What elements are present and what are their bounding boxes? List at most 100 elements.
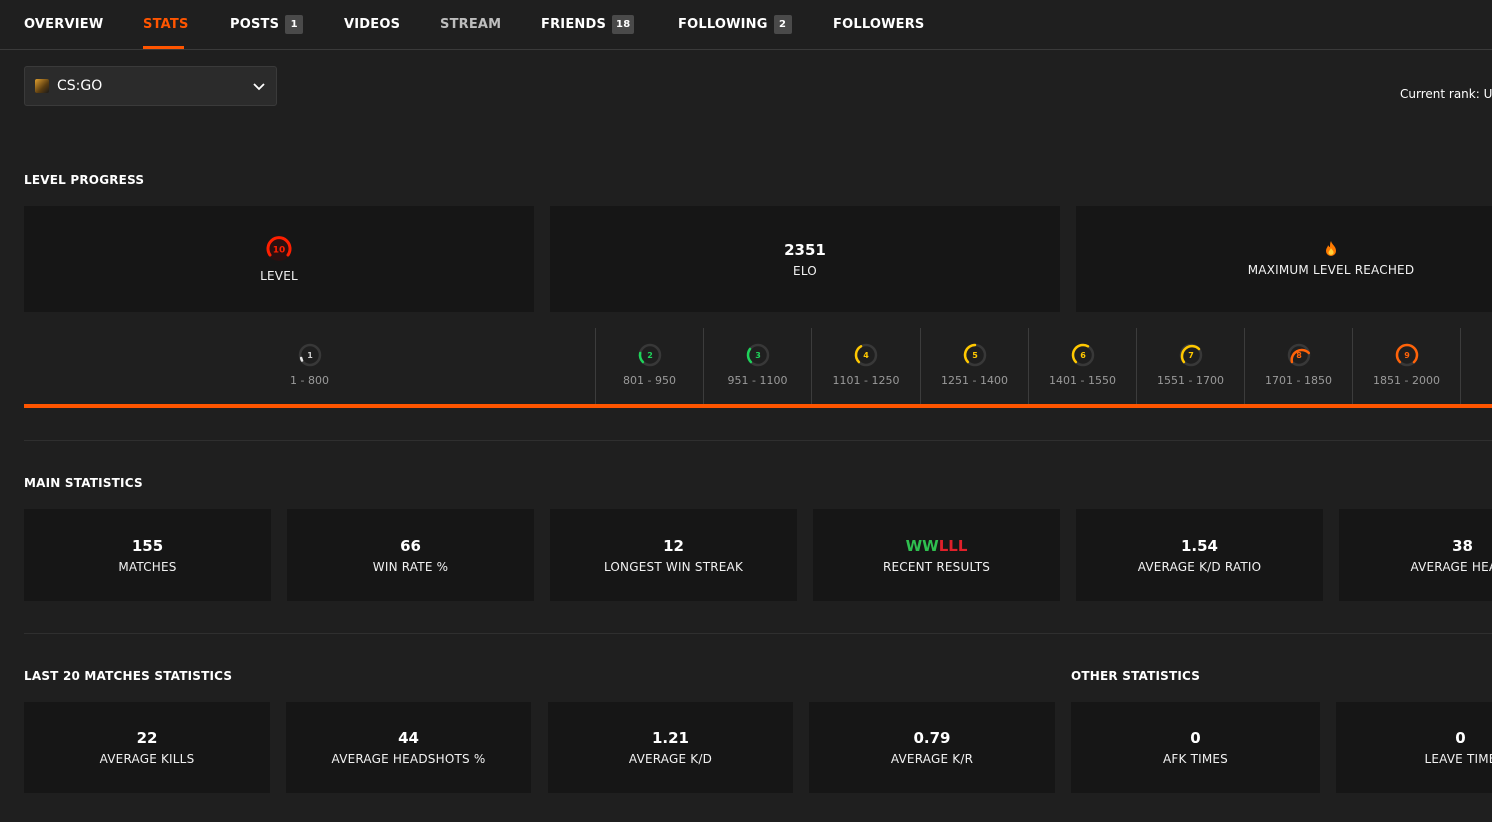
- level-label: LEVEL: [260, 269, 298, 283]
- level-4-range: 1101 - 1250: [832, 374, 900, 387]
- level-step-1: 1 1 - 800: [24, 328, 595, 404]
- level-progress-fill: [24, 404, 1492, 408]
- level-3-range: 951 - 1100: [727, 374, 788, 387]
- tab-following-count-badge: 2: [773, 15, 792, 34]
- level-step-4: 4 1101 - 1250: [811, 328, 920, 404]
- tab-posts-label: POSTS: [230, 17, 280, 32]
- level-4-icon: 4: [854, 343, 878, 367]
- stat-card-afk-times: 0 AFK TIMES: [1071, 702, 1320, 793]
- tab-followers[interactable]: FOLLOWERS: [833, 0, 924, 49]
- level-6-range: 1401 - 1550: [1049, 374, 1116, 387]
- tab-stats[interactable]: STATS: [143, 0, 188, 49]
- tab-friends-count-badge: 18: [612, 15, 635, 34]
- game-select-dropdown[interactable]: CS:GO: [24, 66, 277, 106]
- tab-overview[interactable]: OVERVIEW: [24, 0, 103, 49]
- chevron-down-icon: [253, 83, 265, 91]
- tab-following[interactable]: FOLLOWING 2: [678, 0, 792, 49]
- level-10-icon: 10: [266, 236, 292, 261]
- level-progress-bar: 1 1 - 800 2 801 - 950 3 951 - 1100 4 110…: [24, 328, 1492, 408]
- svg-text:9: 9: [1404, 351, 1410, 360]
- level-9-icon: 9: [1395, 343, 1418, 367]
- stat-label: LONGEST WIN STREAK: [603, 559, 744, 574]
- level-1-icon: 1: [298, 343, 321, 367]
- tab-stream[interactable]: STREAM: [440, 0, 501, 49]
- stat-card-average-kr: 0.79 AVERAGE K/R: [809, 702, 1055, 793]
- stat-label: MATCHES: [118, 559, 177, 574]
- stat-value: 0.79: [913, 729, 951, 747]
- csgo-game-icon: [35, 79, 49, 93]
- level-step-5: 5 1251 - 1400: [920, 328, 1028, 404]
- fire-icon: [1326, 240, 1336, 256]
- level-step-10: [1460, 328, 1492, 404]
- result-win: W: [922, 536, 939, 555]
- section-divider: [24, 633, 1492, 634]
- stat-card-average-kd: 1.21 AVERAGE K/D: [548, 702, 793, 793]
- stat-label: AVERAGE K/R: [890, 752, 974, 766]
- level-7-range: 1551 - 1700: [1157, 374, 1224, 387]
- main-statistics-title: MAIN STATISTICS: [24, 476, 143, 490]
- stat-label: AVERAGE K/D: [628, 752, 713, 766]
- tab-posts-count-badge: 1: [285, 15, 304, 34]
- stat-label: WIN RATE %: [372, 559, 449, 574]
- level-step-3: 3 951 - 1100: [703, 328, 811, 404]
- level-5-range: 1251 - 1400: [941, 374, 1008, 387]
- stat-label: RECENT RESULTS: [882, 559, 991, 574]
- level-step-8: 8 1701 - 1850: [1244, 328, 1352, 404]
- tab-overview-label: OVERVIEW: [24, 17, 104, 32]
- result-loss: L: [957, 536, 968, 555]
- level-7-icon: 7: [1179, 343, 1202, 367]
- elo-label: ELO: [793, 263, 817, 278]
- stat-label: AVERAGE K/D RATIO: [1137, 559, 1262, 574]
- stat-value: 0: [1190, 729, 1201, 747]
- profile-tabs: OVERVIEW STATS POSTS 1 VIDEOS STREAM FRIE…: [0, 0, 1492, 50]
- max-level-card: MAXIMUM LEVEL REACHED: [1076, 206, 1492, 312]
- stat-label: AVERAGE KILLS: [99, 752, 195, 766]
- result-loss: L: [948, 536, 958, 555]
- tab-stats-label: STATS: [143, 17, 189, 32]
- level-2-icon: 2: [638, 343, 661, 367]
- svg-text:5: 5: [972, 351, 978, 360]
- level-step-7: 7 1551 - 1700: [1136, 328, 1244, 404]
- other-statistics-title: OTHER STATISTICS: [1071, 669, 1201, 683]
- stat-card-recent-results: WWLLL RECENT RESULTS: [813, 509, 1060, 601]
- stat-value: 66: [400, 536, 421, 555]
- last-20-matches-title: LAST 20 MATCHES STATISTICS: [24, 669, 233, 683]
- result-win: W: [905, 536, 923, 555]
- recent-results-value: WWLLL: [906, 536, 968, 556]
- svg-text:3: 3: [755, 351, 761, 360]
- stat-card-average-kd-ratio: 1.54 AVERAGE K/D RATIO: [1076, 509, 1323, 601]
- level-5-icon: 5: [963, 343, 986, 367]
- level-3-icon: 3: [746, 343, 769, 367]
- svg-text:7: 7: [1188, 351, 1194, 360]
- level-6-icon: 6: [1071, 343, 1094, 367]
- level-8-range: 1701 - 1850: [1265, 374, 1332, 387]
- stat-card-matches: 155 MATCHES: [24, 509, 271, 601]
- stat-card-average-headshots-percent: 44 AVERAGE HEADSHOTS %: [286, 702, 531, 793]
- svg-text:8: 8: [1296, 351, 1302, 360]
- stat-card-win-rate: 66 WIN RATE %: [287, 509, 534, 601]
- stat-value: 38: [1452, 536, 1473, 555]
- tab-following-label: FOLLOWING: [678, 17, 768, 32]
- tab-posts[interactable]: POSTS 1: [230, 0, 304, 49]
- stat-value: 44: [398, 729, 419, 747]
- level-10-icon-number: 10: [273, 246, 286, 256]
- stat-card-leave-times: 0 LEAVE TIME: [1336, 702, 1492, 793]
- svg-text:2: 2: [647, 351, 653, 360]
- stat-card-average-kills: 22 AVERAGE KILLS: [24, 702, 270, 793]
- tab-stream-label: STREAM: [440, 17, 502, 32]
- tab-videos[interactable]: VIDEOS: [344, 0, 400, 49]
- svg-text:1: 1: [307, 351, 313, 360]
- tab-friends-label: FRIENDS: [541, 17, 607, 32]
- level-9-range: 1851 - 2000: [1373, 374, 1440, 387]
- level-card: 10 LEVEL: [24, 206, 534, 312]
- svg-text:4: 4: [863, 351, 869, 360]
- level-progress-title: LEVEL PROGRESS: [24, 173, 145, 187]
- elo-card: 2351 ELO: [550, 206, 1060, 312]
- stat-label: LEAVE TIME: [1424, 752, 1492, 766]
- elo-value: 2351: [784, 240, 826, 259]
- level-1-range: 1 - 800: [290, 374, 329, 387]
- stat-value: 1.54: [1180, 536, 1218, 555]
- tab-followers-label: FOLLOWERS: [833, 17, 925, 32]
- stat-value: 0: [1455, 729, 1466, 747]
- tab-friends[interactable]: FRIENDS 18: [541, 0, 635, 49]
